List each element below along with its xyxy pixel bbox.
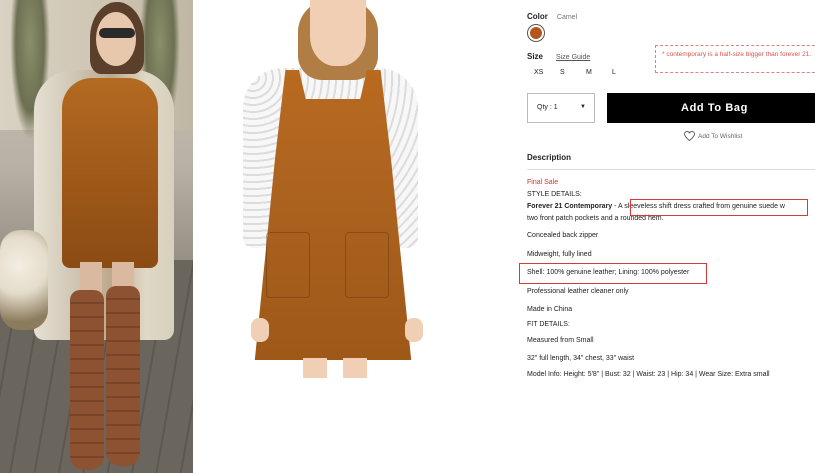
leg [303,358,327,378]
care-detail: Professional leather cleaner only [527,288,629,295]
leg [343,358,367,378]
color-value: Camel [556,14,578,21]
swatch-fill [530,27,542,39]
lace-up-boot [106,286,140,466]
flower-bouquet [0,230,48,330]
caret-down-icon: ▼ [580,104,586,110]
size-option-m[interactable]: M [586,69,612,76]
face [96,12,136,66]
hand [405,318,423,342]
final-sale-label: Final Sale [527,179,559,186]
size-options: XS S M L [534,69,638,76]
color-row: Color Camel [527,12,577,21]
patch-pocket [266,232,310,298]
wishlist-label: Add To Wishlist [698,132,743,140]
size-note: * contemporary is a half-size bigger tha… [655,45,815,73]
heart-icon [684,131,695,141]
size-label: Size [527,52,544,61]
divider [527,169,815,170]
color-swatch-camel[interactable] [527,24,545,42]
weight-detail: Midweight, fully lined [527,251,592,258]
zipper-detail: Concealed back zipper [527,232,599,239]
add-to-bag-button[interactable]: Add To Bag [607,93,815,123]
description-heading: Description [527,153,572,162]
add-to-wishlist-link[interactable]: Add To Wishlist [684,131,742,141]
hand [251,318,269,342]
suede-dress [62,78,158,268]
lace-up-boot [70,290,104,470]
color-label: Color [527,12,548,21]
summary-line-2: two front patch pockets and a rounded he… [527,215,664,222]
size-option-xs[interactable]: XS [534,69,560,76]
brand-name: Forever 21 Contemporary [527,203,613,210]
annotation-highlight [630,199,808,216]
fit-details-heading: FIT DETAILS: [527,321,570,328]
product-details-panel: Color Camel Size Size Guide XS S M L * c… [519,0,815,473]
quantity-select[interactable]: Qty : 1 ▼ [527,93,595,123]
size-option-l[interactable]: L [612,69,638,76]
annotation-highlight [519,263,707,284]
quantity-value: Qty : 1 [537,104,558,111]
measurements-detail: 32" full length, 34" chest, 33" waist [527,355,635,362]
model-face [310,0,366,66]
style-details-heading: STYLE DETAILS: [527,191,582,198]
sunglasses [99,28,135,38]
product-photo[interactable] [193,0,484,378]
origin-detail: Made in China [527,306,573,313]
measured-detail: Measured from Small [527,337,594,344]
street-style-photo [0,0,193,473]
model-info: Model Info: Height: 5'8" | Bust: 32 | Wa… [527,371,770,378]
size-option-s[interactable]: S [560,69,586,76]
size-guide-link[interactable]: Size Guide [556,54,590,61]
patch-pocket [345,232,389,298]
size-row: Size Size Guide [527,52,590,61]
